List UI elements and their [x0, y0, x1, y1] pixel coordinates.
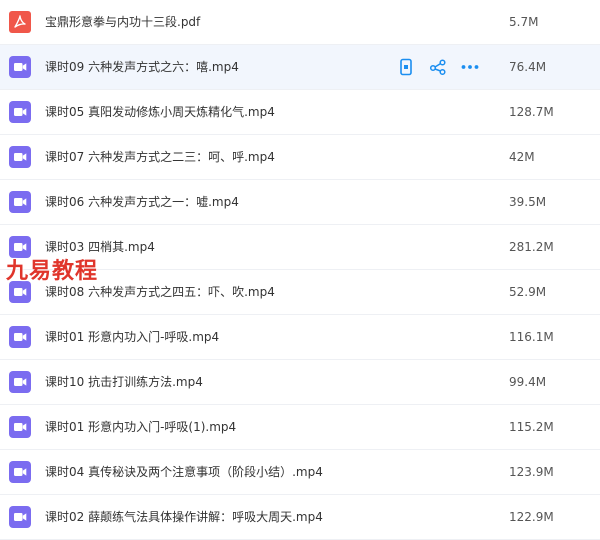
file-row[interactable]: 课时06 六种发声方式之一：嘘.mp4 39.5M: [0, 180, 600, 225]
video-icon: [9, 461, 31, 483]
watermark-text: 九易教程: [6, 259, 99, 284]
pdf-icon: [9, 11, 31, 33]
file-size: 39.5M: [509, 195, 547, 209]
file-size: 99.4M: [509, 375, 547, 389]
video-icon: [9, 146, 31, 168]
more-icon[interactable]: [460, 57, 480, 77]
file-row[interactable]: 课时07 六种发声方式之二三：呵、呼.mp4 42M: [0, 135, 600, 180]
file-size: 281.2M: [509, 240, 554, 254]
video-icon: [9, 191, 31, 213]
file-size: 122.9M: [509, 510, 554, 524]
file-name[interactable]: 课时06 六种发声方式之一：嘘.mp4: [45, 180, 239, 224]
file-name[interactable]: 课时07 六种发声方式之二三：呵、呼.mp4: [45, 135, 275, 179]
video-icon: [9, 326, 31, 348]
phone-icon[interactable]: [396, 57, 416, 77]
file-size: 5.7M: [509, 15, 539, 29]
file-name[interactable]: 宝鼎形意拳与内功十三段.pdf: [45, 0, 200, 44]
file-name[interactable]: 课时10 抗击打训练方法.mp4: [45, 360, 203, 404]
file-size: 128.7M: [509, 105, 554, 119]
video-icon: [9, 56, 31, 78]
file-size: 115.2M: [509, 420, 554, 434]
file-name[interactable]: 课时01 形意内功入门-呼吸.mp4: [45, 315, 219, 359]
file-name[interactable]: 课时04 真传秘诀及两个注意事项（阶段小结）.mp4: [45, 450, 323, 494]
file-row[interactable]: 课时10 抗击打训练方法.mp4 99.4M: [0, 360, 600, 405]
file-name[interactable]: 课时01 形意内功入门-呼吸(1).mp4: [45, 405, 236, 449]
video-icon: [9, 101, 31, 123]
file-row[interactable]: 宝鼎形意拳与内功十三段.pdf 5.7M: [0, 0, 600, 45]
file-size: 42M: [509, 150, 535, 164]
video-icon: [9, 416, 31, 438]
file-size: 52.9M: [509, 285, 547, 299]
share-icon[interactable]: [428, 57, 448, 77]
file-name[interactable]: 课时02 薛颠练气法具体操作讲解：呼吸大周天.mp4: [45, 495, 323, 539]
video-icon: [9, 506, 31, 528]
video-icon: [9, 371, 31, 393]
file-name[interactable]: 课时05 真阳发动修炼小周天炼精化气.mp4: [45, 90, 275, 134]
file-size: 123.9M: [509, 465, 554, 479]
file-row[interactable]: 课时01 形意内功入门-呼吸(1).mp4 115.2M: [0, 405, 600, 450]
file-size: 116.1M: [509, 330, 554, 344]
file-row[interactable]: 课时02 薛颠练气法具体操作讲解：呼吸大周天.mp4 122.9M: [0, 495, 600, 540]
file-row[interactable]: 课时09 六种发声方式之六：嘻.mp4 76.4M: [0, 45, 600, 90]
file-name[interactable]: 课时09 六种发声方式之六：嘻.mp4: [45, 45, 239, 89]
file-row[interactable]: 课时01 形意内功入门-呼吸.mp4 116.1M: [0, 315, 600, 360]
file-row[interactable]: 课时05 真阳发动修炼小周天炼精化气.mp4 128.7M: [0, 90, 600, 135]
file-row[interactable]: 课时04 真传秘诀及两个注意事项（阶段小结）.mp4 123.9M: [0, 450, 600, 495]
file-size: 76.4M: [509, 60, 547, 74]
